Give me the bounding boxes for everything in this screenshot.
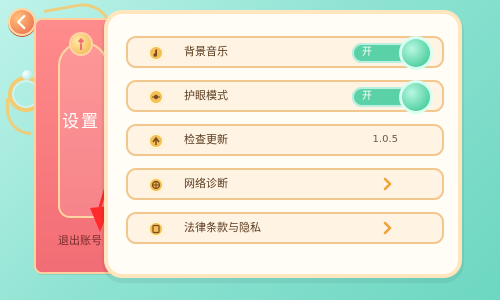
chevron-right-icon bbox=[383, 221, 392, 235]
decorative-arc bbox=[6, 98, 31, 135]
setting-label: 背景音乐 bbox=[184, 45, 228, 58]
setting-label: 护眼模式 bbox=[184, 89, 228, 102]
setting-label: 法律条款与隐私 bbox=[184, 221, 261, 234]
eye-care-toggle[interactable]: 开 bbox=[352, 83, 430, 111]
chevron-right-icon bbox=[383, 177, 392, 191]
setting-row-network-diagnosis[interactable]: 网络诊断 bbox=[126, 168, 444, 200]
eye-care-icon bbox=[148, 89, 164, 105]
setting-row-eye-care: 护眼模式 开 bbox=[126, 80, 444, 112]
document-icon bbox=[148, 221, 164, 237]
setting-label: 检查更新 bbox=[184, 133, 228, 146]
toggle-knob bbox=[402, 83, 430, 111]
back-arrow-icon bbox=[17, 14, 26, 30]
toggle-knob bbox=[402, 39, 430, 67]
settings-card: 背景音乐 开 护眼模式 开 检查更新 1.0.5 网络诊断 法律条款与隐私 bbox=[108, 14, 458, 274]
settings-medal-icon bbox=[71, 34, 91, 54]
back-button[interactable] bbox=[8, 8, 36, 36]
setting-row-background-music: 背景音乐 开 bbox=[126, 36, 444, 68]
music-note-icon bbox=[148, 45, 164, 61]
setting-label: 网络诊断 bbox=[184, 177, 228, 190]
toggle-label: 开 bbox=[362, 47, 372, 58]
update-icon bbox=[148, 133, 164, 149]
globe-icon bbox=[148, 177, 164, 193]
version-text: 1.0.5 bbox=[372, 134, 398, 145]
setting-row-legal-privacy[interactable]: 法律条款与隐私 bbox=[126, 212, 444, 244]
background-music-toggle[interactable]: 开 bbox=[352, 39, 430, 67]
decorative-pearl bbox=[22, 70, 32, 80]
toggle-label: 开 bbox=[362, 91, 372, 102]
setting-row-check-update[interactable]: 检查更新 1.0.5 bbox=[126, 124, 444, 156]
